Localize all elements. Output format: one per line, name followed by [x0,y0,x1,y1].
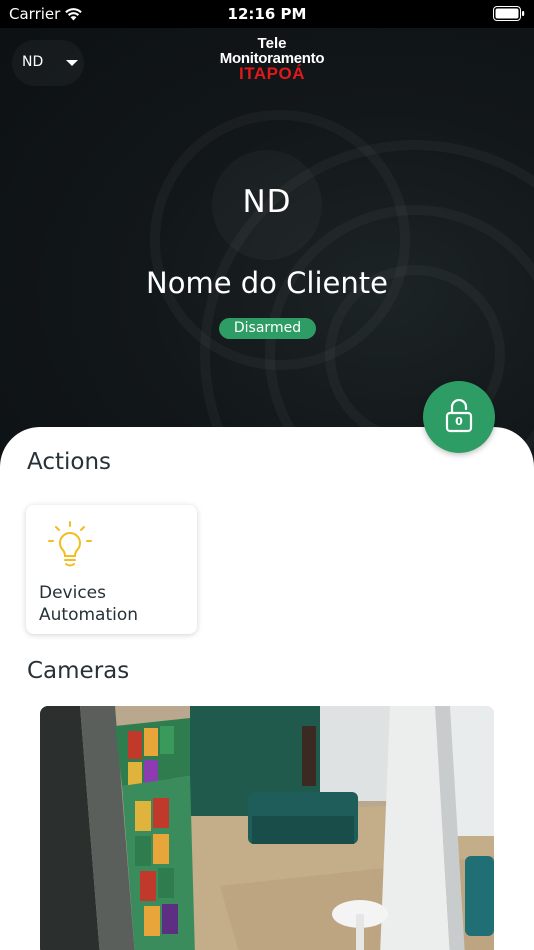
battery-icon [493,6,525,25]
avatar-initials: ND [242,184,292,220]
account-selector[interactable]: ND [12,40,84,86]
chevron-down-icon [66,60,78,66]
status-bar: Carrier 12:16 PM [0,0,534,28]
actions-heading: Actions [27,449,112,475]
cameras-heading: Cameras [27,658,130,684]
status-time: 12:16 PM [227,5,307,23]
camera-snapshot-image [40,706,494,950]
company-logo: Tele Monitoramento ITAPOÁ [219,35,325,83]
zone-count: 0 [455,415,463,428]
card-label: Devices Automation [39,583,139,625]
camera-feed[interactable] [40,706,494,950]
client-name: Nome do Cliente [146,266,388,300]
status-badge: Disarmed [219,318,316,339]
account-initials: ND [22,54,44,70]
arm-disarm-button[interactable]: 0 [423,381,495,453]
devices-automation-card[interactable]: Devices Automation [26,505,197,634]
lightbulb-icon [44,521,96,575]
